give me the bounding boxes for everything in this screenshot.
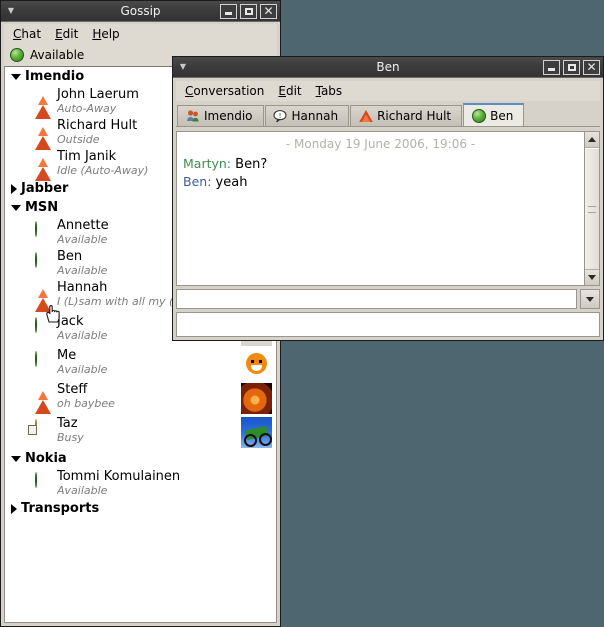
group-header-nokia[interactable]: Nokia	[5, 449, 276, 468]
tab-imendio[interactable]: Imendio	[177, 105, 264, 126]
contact-status: Available	[57, 363, 108, 376]
scroll-down-arrow-icon[interactable]	[585, 269, 599, 285]
tab-label: Richard Hult	[377, 109, 452, 123]
contact-name: Me	[57, 348, 77, 363]
secondary-input[interactable]	[176, 312, 600, 337]
available-icon	[35, 252, 51, 269]
contact-name: Tommi Komulainen	[57, 469, 181, 484]
message-nick: Ben:	[183, 174, 212, 189]
menu-tabs[interactable]: Tabs	[309, 82, 350, 100]
tab-label: Imendio	[204, 109, 253, 123]
close-button[interactable]: ✕	[260, 3, 277, 19]
group-label: Transports	[21, 501, 100, 516]
chat-transcript[interactable]: - Monday 19 June 2006, 19:06 - Martyn: B…	[176, 131, 584, 286]
speech-bubble-icon: !	[273, 109, 288, 124]
message-nick: Martyn:	[183, 156, 232, 171]
chat-body: Conversation Edit Tabs Imendio ! Hannah …	[173, 77, 603, 340]
chat-scrollbar[interactable]	[584, 131, 600, 286]
contact-status: oh baybee	[57, 397, 115, 410]
chat-window-controls: ✕	[543, 59, 600, 75]
contact-row-taz[interactable]: Taz Busy	[5, 415, 276, 449]
expander-closed-icon[interactable]	[11, 503, 17, 514]
expander-open-icon[interactable]	[11, 73, 21, 80]
own-status-label: Available	[30, 48, 85, 62]
available-icon	[471, 108, 486, 123]
menu-conversation[interactable]: Conversation	[178, 82, 271, 100]
available-icon	[35, 472, 51, 489]
dropdown-arrow-icon[interactable]	[580, 289, 600, 309]
tab-label: Hannah	[291, 109, 339, 123]
group-label: Nokia	[25, 451, 67, 466]
minimize-button[interactable]	[543, 59, 560, 75]
maximize-button[interactable]	[240, 3, 257, 19]
chat-entry-row	[176, 289, 600, 309]
desktop-background: ▼ Gossip ✕ Chat Edit Help Available Imen…	[0, 0, 604, 627]
tab-ben[interactable]: Ben	[463, 103, 525, 126]
contact-status: Busy	[57, 431, 84, 444]
avatar	[241, 383, 272, 414]
chat-timestamp: - Monday 19 June 2006, 19:06 -	[285, 137, 476, 151]
menu-chat[interactable]: Chat	[6, 25, 48, 43]
contact-row-tommi-komulainen[interactable]: Tommi Komulainen Available	[5, 468, 276, 499]
expander-closed-icon[interactable]	[11, 183, 17, 194]
available-icon	[10, 48, 24, 62]
scrollbar-thumb[interactable]	[585, 148, 599, 269]
group-header-transports[interactable]: Transports	[5, 499, 276, 518]
group-label: MSN	[25, 200, 59, 215]
chat-window-title: Ben	[376, 60, 400, 74]
avatar	[241, 417, 272, 448]
tab-label: Ben	[490, 108, 514, 123]
away-icon	[358, 109, 373, 124]
chat-titlebar[interactable]: ▼ Ben ✕	[173, 57, 603, 77]
chat-window: ▼ Ben ✕ Conversation Edit Tabs Imendio !…	[172, 56, 604, 341]
message-text: Ben?	[235, 157, 268, 172]
contact-name: Taz	[57, 416, 78, 431]
gossip-titlebar[interactable]: ▼ Gossip ✕	[1, 1, 280, 21]
svg-text:!: !	[279, 112, 282, 120]
chat-menubar: Conversation Edit Tabs	[176, 81, 600, 101]
contact-name: Steff	[57, 382, 88, 397]
window-menu-icon[interactable]: ▼	[4, 4, 18, 18]
contact-row-me[interactable]: Me Available	[5, 347, 276, 381]
minimize-button[interactable]	[220, 3, 237, 19]
menu-help[interactable]: Help	[85, 25, 126, 43]
maximize-button[interactable]	[563, 59, 580, 75]
gossip-window-controls: ✕	[220, 3, 277, 19]
away-icon	[35, 386, 51, 414]
expander-open-icon[interactable]	[11, 455, 21, 462]
close-button[interactable]: ✕	[583, 59, 600, 75]
tab-hannah[interactable]: ! Hannah	[264, 105, 350, 126]
chat-area: - Monday 19 June 2006, 19:06 - Martyn: B…	[176, 131, 600, 286]
away-icon	[35, 122, 51, 150]
message-input[interactable]	[176, 289, 577, 309]
menu-edit[interactable]: Edit	[48, 25, 85, 43]
avatar	[241, 349, 272, 380]
gossip-menubar: Chat Edit Help	[4, 24, 277, 44]
away-icon	[35, 153, 51, 181]
contact-row-steff[interactable]: Steff oh baybee	[5, 381, 276, 415]
group-label: Imendio	[25, 69, 85, 84]
chat-message: Martyn: Ben?	[183, 155, 578, 173]
expander-open-icon[interactable]	[11, 204, 21, 211]
busy-icon	[35, 419, 51, 436]
menu-edit[interactable]: Edit	[271, 82, 308, 100]
away-icon	[35, 284, 51, 312]
available-icon	[35, 317, 51, 334]
contact-status: Available	[57, 484, 108, 497]
scroll-up-arrow-icon[interactable]	[585, 132, 599, 148]
group-chat-icon	[185, 109, 200, 124]
away-icon	[35, 91, 51, 119]
available-icon	[35, 221, 51, 238]
chat-tabbar: Imendio ! Hannah Richard Hult Ben	[176, 102, 600, 127]
message-text: yeah	[215, 175, 248, 190]
group-label: Jabber	[21, 181, 69, 196]
tab-richard-hult[interactable]: Richard Hult	[350, 105, 463, 126]
chat-message: Ben: yeah	[183, 173, 578, 191]
available-icon	[35, 351, 51, 368]
window-menu-icon[interactable]: ▼	[176, 60, 190, 74]
